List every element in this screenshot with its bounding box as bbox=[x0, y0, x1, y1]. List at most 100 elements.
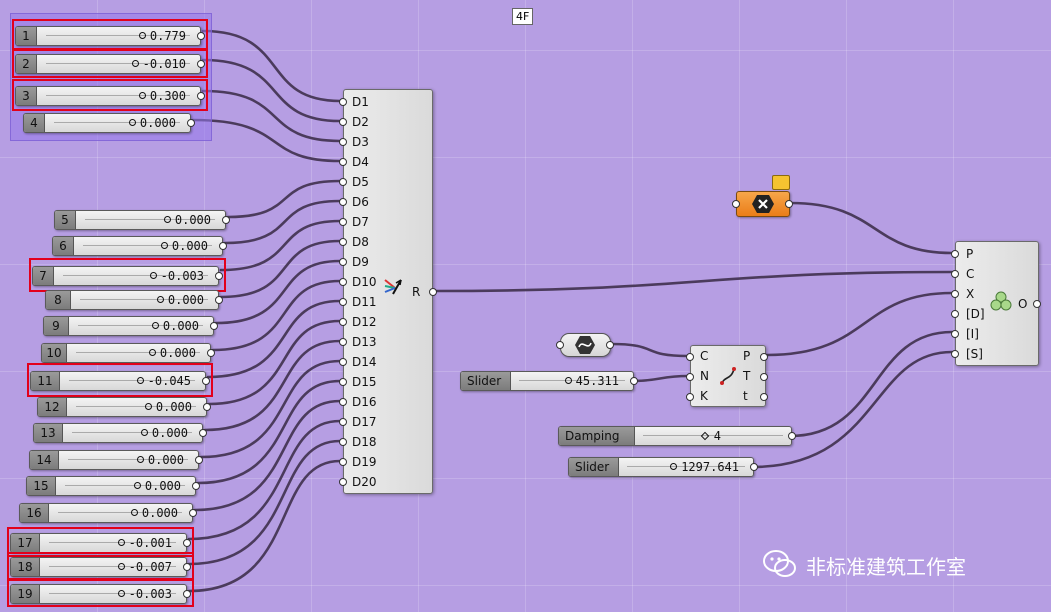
merge-input-pin[interactable] bbox=[339, 258, 347, 266]
slider-label: 5 bbox=[55, 211, 76, 229]
slider-label: 6 bbox=[53, 237, 74, 255]
merge-output-pin[interactable] bbox=[429, 288, 437, 296]
slider-value: 0.000 bbox=[157, 291, 204, 309]
spring-output-pin[interactable] bbox=[760, 353, 768, 361]
solver-input-label: X bbox=[966, 287, 975, 301]
solver-input-pin[interactable] bbox=[951, 330, 959, 338]
merge-input-pin[interactable] bbox=[339, 138, 347, 146]
slider-output-pin[interactable] bbox=[750, 463, 758, 471]
slider-output-pin[interactable] bbox=[192, 482, 200, 490]
merge-input-label: D1 bbox=[352, 95, 369, 109]
number-slider-9[interactable]: 9 0.000 bbox=[43, 316, 218, 336]
spring-output-label: t bbox=[743, 389, 748, 403]
spring-input-pin[interactable] bbox=[686, 393, 694, 401]
watermark-text: 非标准建筑工作室 bbox=[806, 555, 966, 579]
solver-component[interactable]: P C X [D] [I] [S] O bbox=[951, 241, 1041, 366]
number-slider-5[interactable]: 5 0.000 bbox=[54, 210, 230, 230]
spring-input-pin[interactable] bbox=[686, 373, 694, 381]
slider-value: 0.000 bbox=[134, 477, 181, 495]
slider-output-pin[interactable] bbox=[788, 432, 796, 440]
merge-input-pin[interactable] bbox=[339, 458, 347, 466]
slider-output-pin[interactable] bbox=[195, 456, 203, 464]
slider-value: 0.000 bbox=[131, 504, 178, 522]
highlight-box bbox=[29, 258, 226, 292]
toggle-input-pin[interactable] bbox=[732, 200, 740, 208]
slider-output-pin[interactable] bbox=[189, 509, 197, 517]
number-slider-13[interactable]: 13 0.000 bbox=[33, 423, 207, 443]
merge-input-pin[interactable] bbox=[339, 338, 347, 346]
number-slider-4[interactable]: 4 0.000 bbox=[23, 113, 195, 133]
spring-output-label: P bbox=[743, 349, 751, 363]
solver-output-pin[interactable] bbox=[1033, 300, 1041, 308]
merge-input-label: D2 bbox=[352, 115, 369, 129]
merge-input-label: D15 bbox=[352, 375, 377, 389]
solver-input-pin[interactable] bbox=[951, 310, 959, 318]
hex-input-pin[interactable] bbox=[556, 341, 564, 349]
highlight-box bbox=[7, 552, 194, 580]
merge-input-pin[interactable] bbox=[339, 298, 347, 306]
grasshopper-canvas[interactable]: 4F 1 0.779 2 -0.010 3 0.300 4 0.000 5 0.… bbox=[0, 0, 1051, 612]
number-slider-10[interactable]: 10 0.000 bbox=[41, 343, 215, 363]
merge-input-label: D5 bbox=[352, 175, 369, 189]
spring-component[interactable]: CNK PTt bbox=[686, 345, 768, 407]
merge-input-label: D6 bbox=[352, 195, 369, 209]
merge-input-pin[interactable] bbox=[339, 178, 347, 186]
hex-output-pin[interactable] bbox=[606, 341, 614, 349]
slider-output-pin[interactable] bbox=[630, 377, 638, 385]
toggle-output-pin[interactable] bbox=[785, 200, 793, 208]
solver-input-pin[interactable] bbox=[951, 250, 959, 258]
merge-input-pin[interactable] bbox=[339, 478, 347, 486]
highlight-box bbox=[12, 79, 208, 111]
merge-input-pin[interactable] bbox=[339, 418, 347, 426]
solver-input-pin[interactable] bbox=[951, 270, 959, 278]
warning-balloon-icon bbox=[772, 175, 790, 190]
parameter-slider-1[interactable]: Slider 45.311 bbox=[460, 371, 638, 391]
merge-input-pin[interactable] bbox=[339, 238, 347, 246]
solver-input-pin[interactable] bbox=[951, 350, 959, 358]
merge-input-pin[interactable] bbox=[339, 318, 347, 326]
solver-input-label: C bbox=[966, 267, 975, 281]
number-slider-15[interactable]: 15 0.000 bbox=[26, 476, 200, 496]
slider-output-pin[interactable] bbox=[215, 296, 223, 304]
number-slider-6[interactable]: 6 0.000 bbox=[52, 236, 227, 256]
slider-label: Damping bbox=[559, 427, 635, 445]
merge-input-pin[interactable] bbox=[339, 218, 347, 226]
merge-input-pin[interactable] bbox=[339, 378, 347, 386]
merge-input-pin[interactable] bbox=[339, 158, 347, 166]
number-slider-16[interactable]: 16 0.000 bbox=[19, 503, 197, 523]
merge-input-pin[interactable] bbox=[339, 198, 347, 206]
spring-input-pin[interactable] bbox=[686, 353, 694, 361]
spring-output-pin[interactable] bbox=[760, 393, 768, 401]
solver-input-pin[interactable] bbox=[951, 290, 959, 298]
slider-label: 4 bbox=[24, 114, 45, 132]
solver-input-label: [S] bbox=[966, 347, 983, 361]
merge-input-pin[interactable] bbox=[339, 278, 347, 286]
spring-output-pin[interactable] bbox=[760, 373, 768, 381]
line-parameter[interactable] bbox=[556, 333, 614, 357]
merge-input-pin[interactable] bbox=[339, 98, 347, 106]
number-slider-14[interactable]: 14 0.000 bbox=[29, 450, 203, 470]
merge-input-pin[interactable] bbox=[339, 358, 347, 366]
spring-input-label: K bbox=[700, 389, 708, 403]
number-slider-12[interactable]: 12 0.000 bbox=[37, 397, 211, 417]
merge-component[interactable]: D1 D2 D3 D4 D5 D6 D7 D8 D9 D10 D11 D12 D13 D14 D15 D16 D… bbox=[339, 89, 437, 494]
slider-output-pin[interactable] bbox=[203, 403, 211, 411]
merge-input-label: D8 bbox=[352, 235, 369, 249]
parameter-slider-3[interactable]: Slider 1297.641 bbox=[568, 457, 758, 477]
reset-toggle-component[interactable] bbox=[732, 191, 793, 217]
merge-input-label: D9 bbox=[352, 255, 369, 269]
slider-output-pin[interactable] bbox=[222, 216, 230, 224]
slider-label: 15 bbox=[27, 477, 56, 495]
number-slider-8[interactable]: 8 0.000 bbox=[45, 290, 223, 310]
slider-output-pin[interactable] bbox=[210, 322, 218, 330]
merge-input-pin[interactable] bbox=[339, 118, 347, 126]
slider-output-pin[interactable] bbox=[187, 119, 195, 127]
merge-input-pin[interactable] bbox=[339, 398, 347, 406]
slider-output-pin[interactable] bbox=[199, 429, 207, 437]
merge-input-pin[interactable] bbox=[339, 438, 347, 446]
damping-slider[interactable]: Damping 4 bbox=[558, 426, 796, 446]
spring-input-label: C bbox=[700, 349, 709, 363]
highlight-box bbox=[7, 579, 194, 607]
slider-output-pin[interactable] bbox=[207, 349, 215, 357]
slider-output-pin[interactable] bbox=[219, 242, 227, 250]
